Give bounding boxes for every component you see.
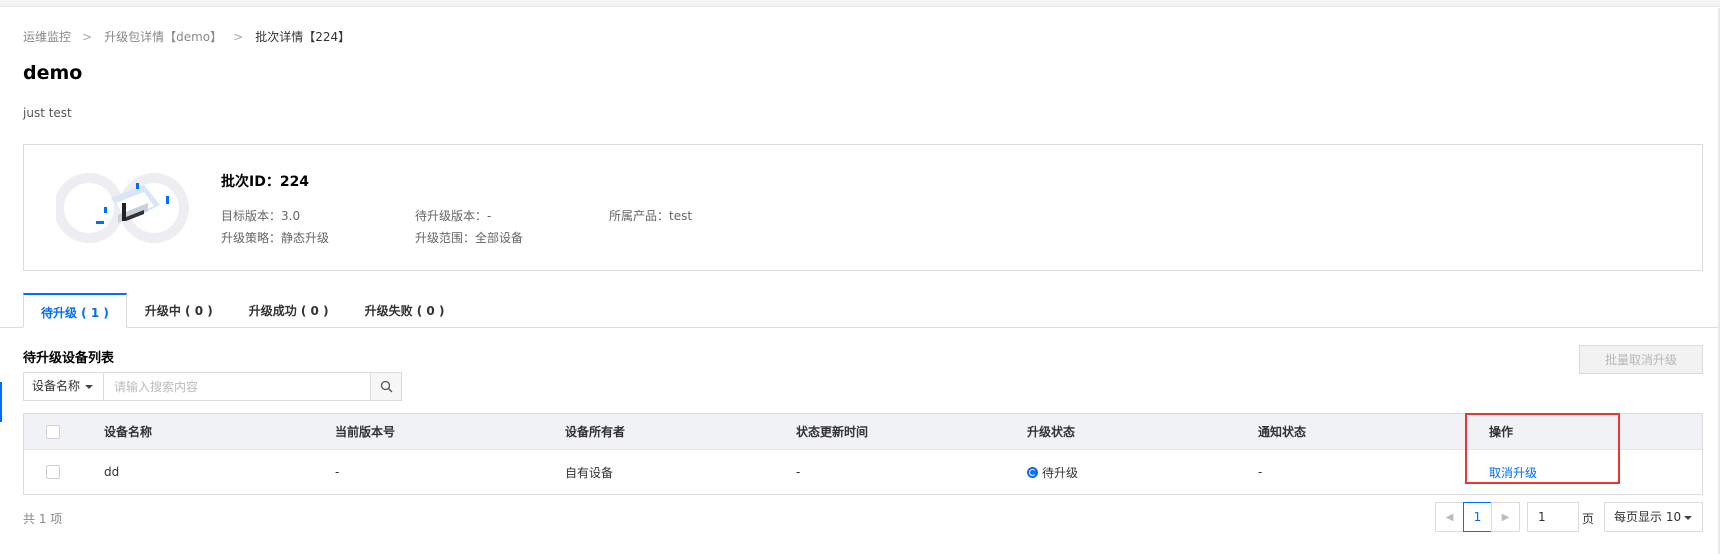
top-bar <box>0 0 1720 7</box>
page-1-button[interactable]: 1 <box>1463 502 1492 532</box>
upgrade-status-cell: 待升级 <box>1027 450 1078 494</box>
breadcrumb-separator: > <box>233 29 244 44</box>
page-title: demo <box>23 62 83 84</box>
column-header-device-name: 设备名称 <box>104 425 153 439</box>
page-size-select[interactable]: 每页显示 10 <box>1604 502 1703 532</box>
breadcrumb-item-ops[interactable]: 运维监控 <box>23 28 71 45</box>
next-page-button[interactable]: ▶ <box>1491 502 1520 532</box>
pending-version: 待升级版本：- <box>415 209 492 223</box>
pagination: ◀ 1 ▶ <box>1435 502 1520 532</box>
page-description: just test <box>23 106 72 120</box>
search-icon <box>380 380 392 393</box>
batch-id-title: 批次ID：224 <box>221 174 310 190</box>
breadcrumb-separator: > <box>82 29 93 44</box>
select-all-checkbox[interactable] <box>46 424 60 439</box>
upgrade-scope: 升级范围：全部设备 <box>415 231 524 245</box>
row-checkbox[interactable] <box>46 465 60 479</box>
row-select-cell <box>46 450 60 494</box>
tab-upgrading[interactable]: 升级中 ( 0 ) <box>127 293 231 327</box>
column-header-owner: 设备所有者 <box>565 425 626 439</box>
batch-info-card: 批次ID：224 目标版本：3.0 待升级版本：- 所属产品：test 升级策略… <box>23 144 1703 271</box>
search-bar: 设备名称 <box>23 372 402 401</box>
breadcrumb-item-batch: 批次详情【224】 <box>255 30 351 44</box>
tab-failed[interactable]: 升级失败 ( 0 ) <box>347 293 463 327</box>
status-tabs: 待升级 ( 1 ) 升级中 ( 0 ) 升级成功 ( 0 ) 升级失败 ( 0 … <box>23 293 462 328</box>
column-header-actions: 操作 <box>1489 425 1514 439</box>
actions-cell: 取消升级 <box>1489 450 1537 494</box>
product-name: 所属产品：test <box>609 209 693 223</box>
search-button[interactable] <box>371 372 402 401</box>
column-header-version: 当前版本号 <box>335 425 396 439</box>
breadcrumb: 运维监控 > 升级包详情【demo】 > 批次详情【224】 <box>23 28 350 45</box>
page-jump-input[interactable]: 1 <box>1527 502 1579 532</box>
search-input[interactable] <box>104 372 371 401</box>
chevron-down-icon <box>1684 516 1692 520</box>
device-list-title: 待升级设备列表 <box>23 351 115 366</box>
select-all-cell <box>46 414 60 449</box>
column-header-notify-status: 通知状态 <box>1258 425 1307 439</box>
upgrade-status-text: 待升级 <box>1042 465 1079 480</box>
page-unit-label: 页 <box>1582 512 1595 526</box>
cancel-upgrade-link[interactable]: 取消升级 <box>1489 464 1537 481</box>
tab-pending[interactable]: 待升级 ( 1 ) <box>23 293 127 328</box>
notify-status-cell: - <box>1258 465 1263 479</box>
device-name-cell: dd <box>104 465 120 479</box>
tab-success[interactable]: 升级成功 ( 0 ) <box>231 293 347 327</box>
batch-illustration-icon <box>56 173 189 243</box>
table-header: 设备名称 当前版本号 设备所有者 状态更新时间 升级状态 通知状态 操作 <box>24 414 1702 450</box>
breadcrumb-item-package[interactable]: 升级包详情【demo】 <box>104 28 222 45</box>
column-header-upgrade-status: 升级状态 <box>1027 425 1076 439</box>
chevron-down-icon <box>85 385 93 389</box>
search-field-label: 设备名称 <box>32 379 81 393</box>
prev-page-button[interactable]: ◀ <box>1435 502 1464 532</box>
update-time-cell: - <box>796 465 801 479</box>
search-field-select[interactable]: 设备名称 <box>23 372 104 401</box>
target-version: 目标版本：3.0 <box>221 209 301 223</box>
upgrade-strategy: 升级策略：静态升级 <box>221 231 330 245</box>
column-header-update-time: 状态更新时间 <box>796 425 869 439</box>
page-size-label: 每页显示 10 <box>1614 510 1682 524</box>
version-cell: - <box>335 465 340 479</box>
table-row: dd - 自有设备 - 待升级 - 取消升级 <box>24 450 1702 494</box>
left-nav-marker <box>0 382 2 422</box>
device-table: 设备名称 当前版本号 设备所有者 状态更新时间 升级状态 通知状态 操作 dd … <box>23 413 1703 495</box>
batch-cancel-upgrade-button[interactable]: 批量取消升级 <box>1579 345 1703 374</box>
total-count: 共 1 项 <box>23 512 63 526</box>
pending-status-icon <box>1027 466 1038 478</box>
owner-cell: 自有设备 <box>565 465 614 480</box>
